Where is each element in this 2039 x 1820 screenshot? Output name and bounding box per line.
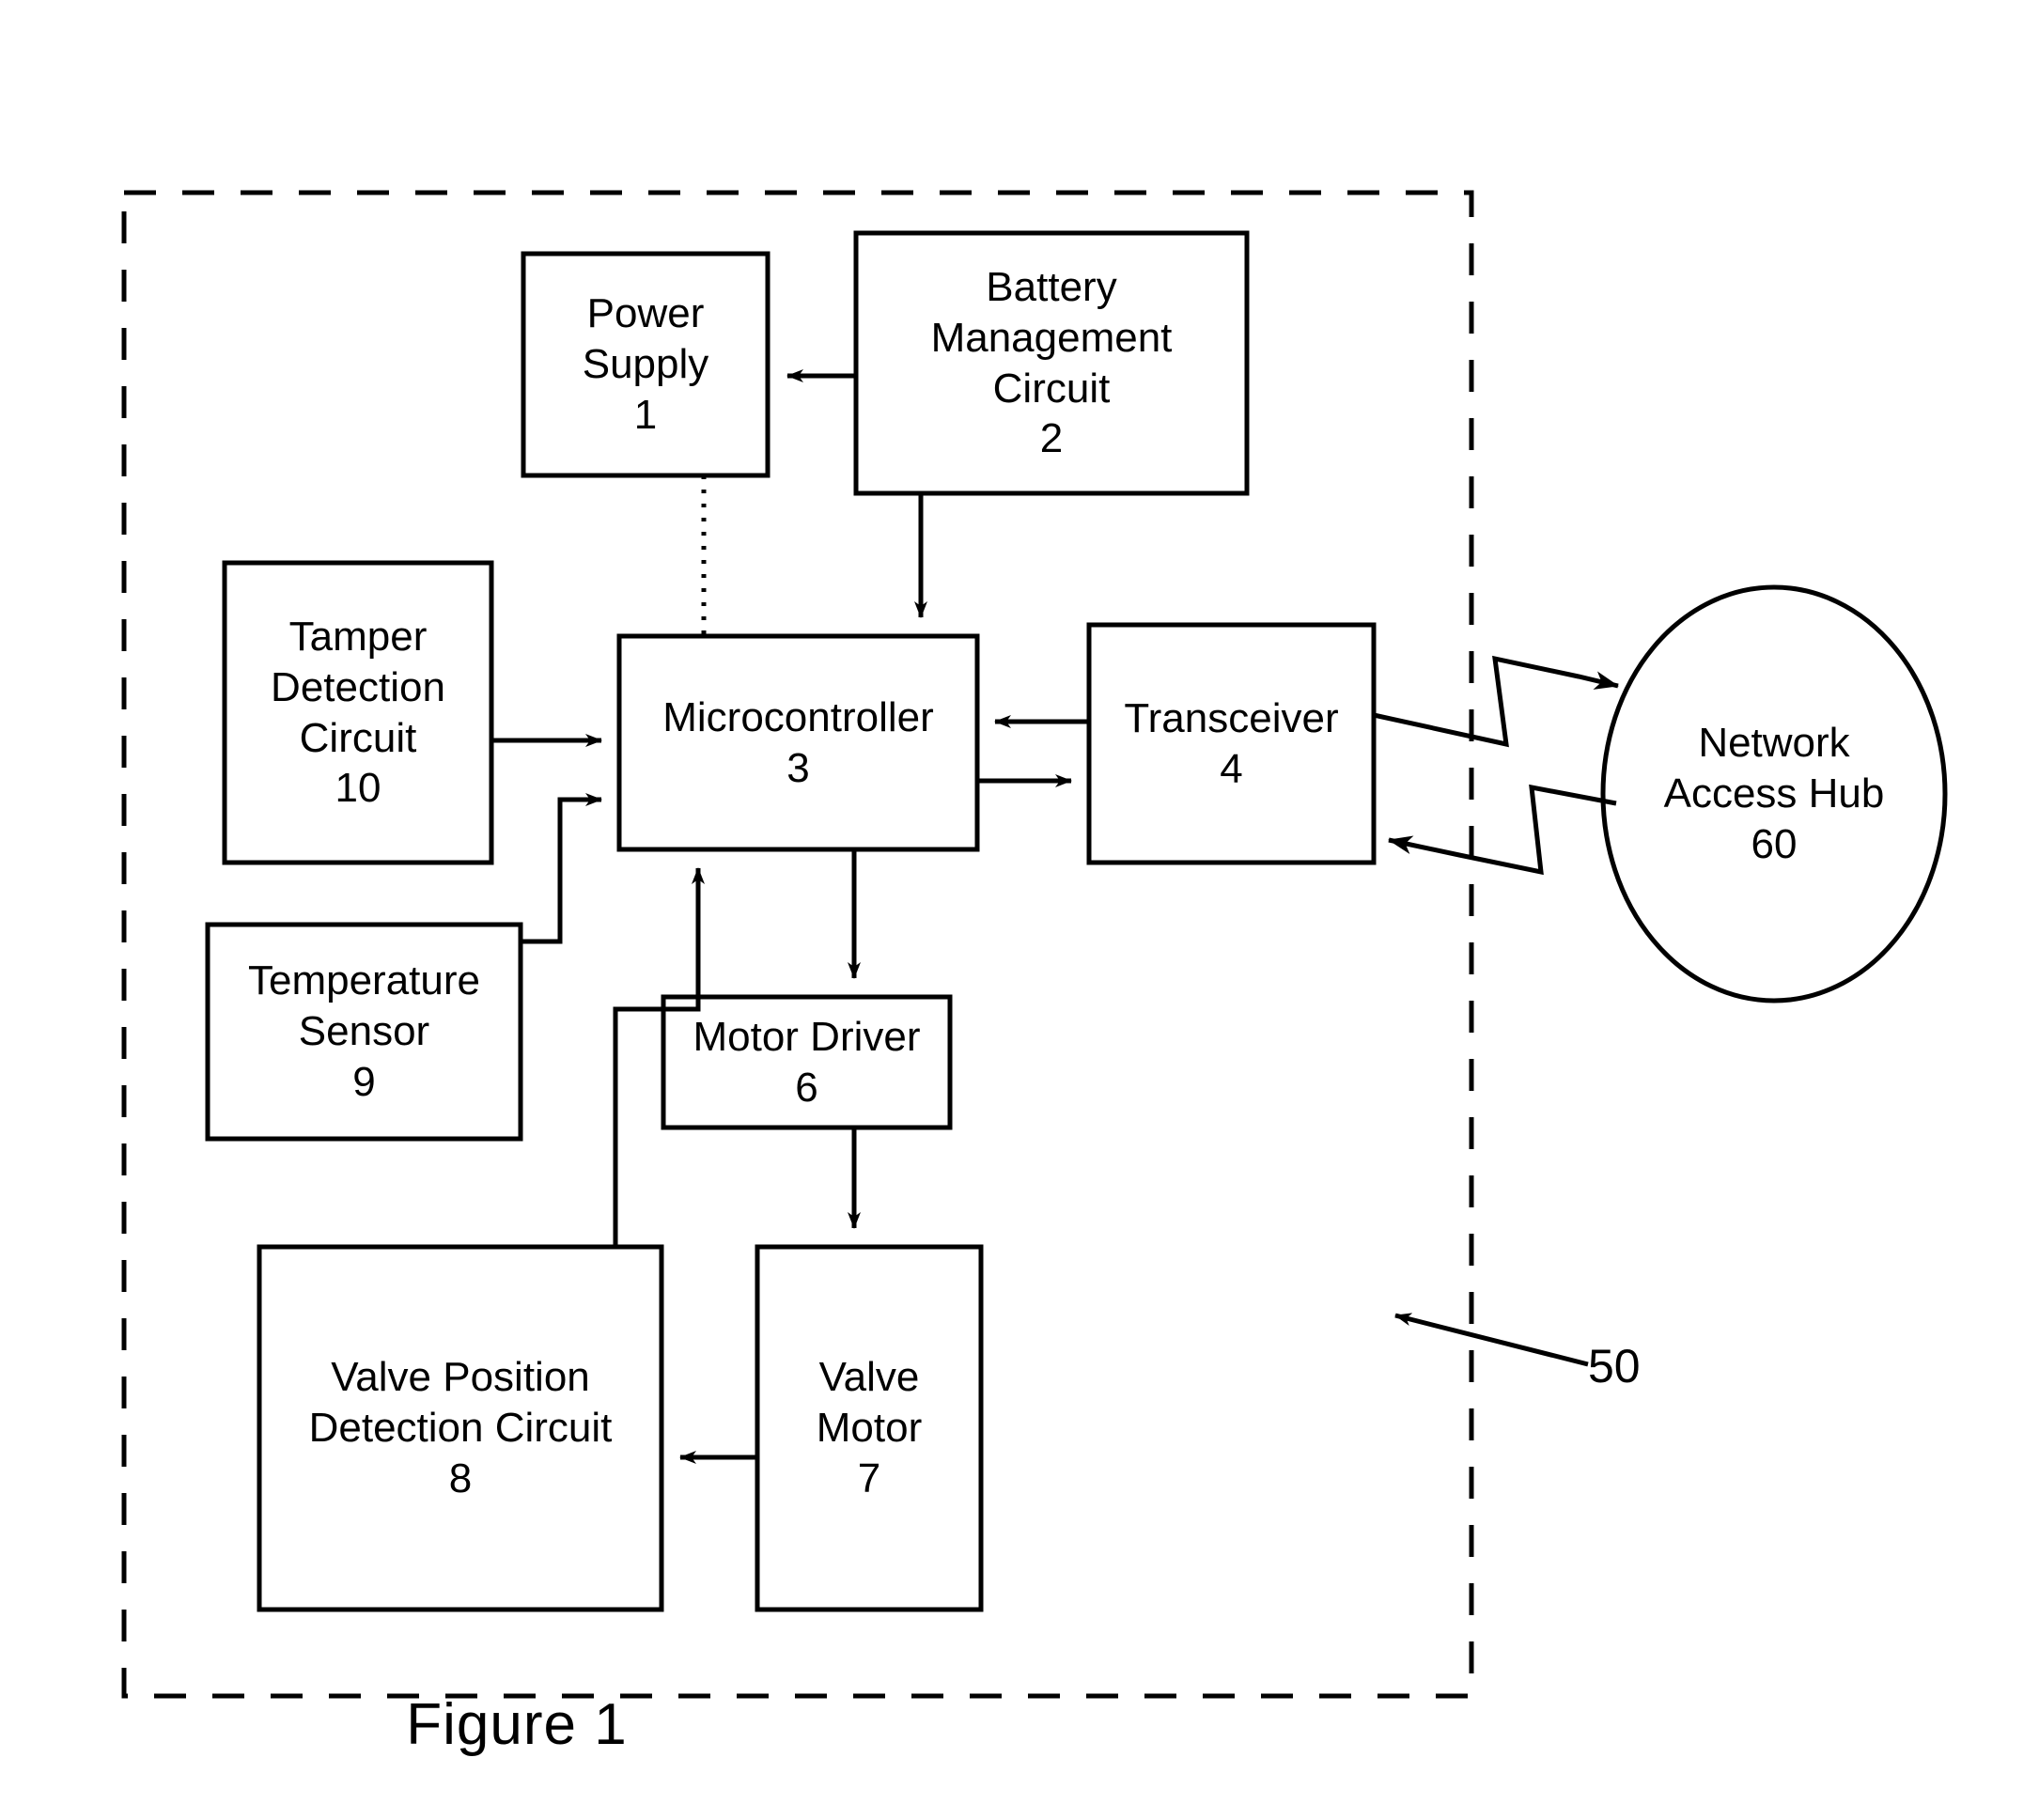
connector-temperature-to-mcu xyxy=(521,793,602,944)
transceiver-box[interactable] xyxy=(1086,622,1377,865)
tamper-detection-box[interactable] xyxy=(222,560,494,865)
system-reference-numeral: 50 xyxy=(1588,1340,1641,1392)
power-supply-box[interactable] xyxy=(521,251,770,478)
connector-transceiver-to-hub-wireless xyxy=(1373,655,1619,748)
diagram-vectors xyxy=(121,190,1948,1699)
connector-hub-to-transceiver-wireless xyxy=(1388,784,1617,876)
valve-motor-box[interactable] xyxy=(755,1244,984,1612)
figure-canvas: Power Supply 1 Battery Management Circui… xyxy=(0,0,2039,1820)
battery-management-box[interactable] xyxy=(853,230,1250,496)
valve-position-box[interactable] xyxy=(257,1244,664,1612)
network-access-hub-ellipse[interactable] xyxy=(1600,584,1948,1003)
microcontroller-box[interactable] xyxy=(616,633,980,852)
callout-50-leader xyxy=(1394,1313,1589,1367)
motor-driver-box[interactable] xyxy=(661,994,953,1130)
figure-caption: Figure 1 xyxy=(406,1692,628,1757)
temperature-sensor-box[interactable] xyxy=(205,922,523,1142)
